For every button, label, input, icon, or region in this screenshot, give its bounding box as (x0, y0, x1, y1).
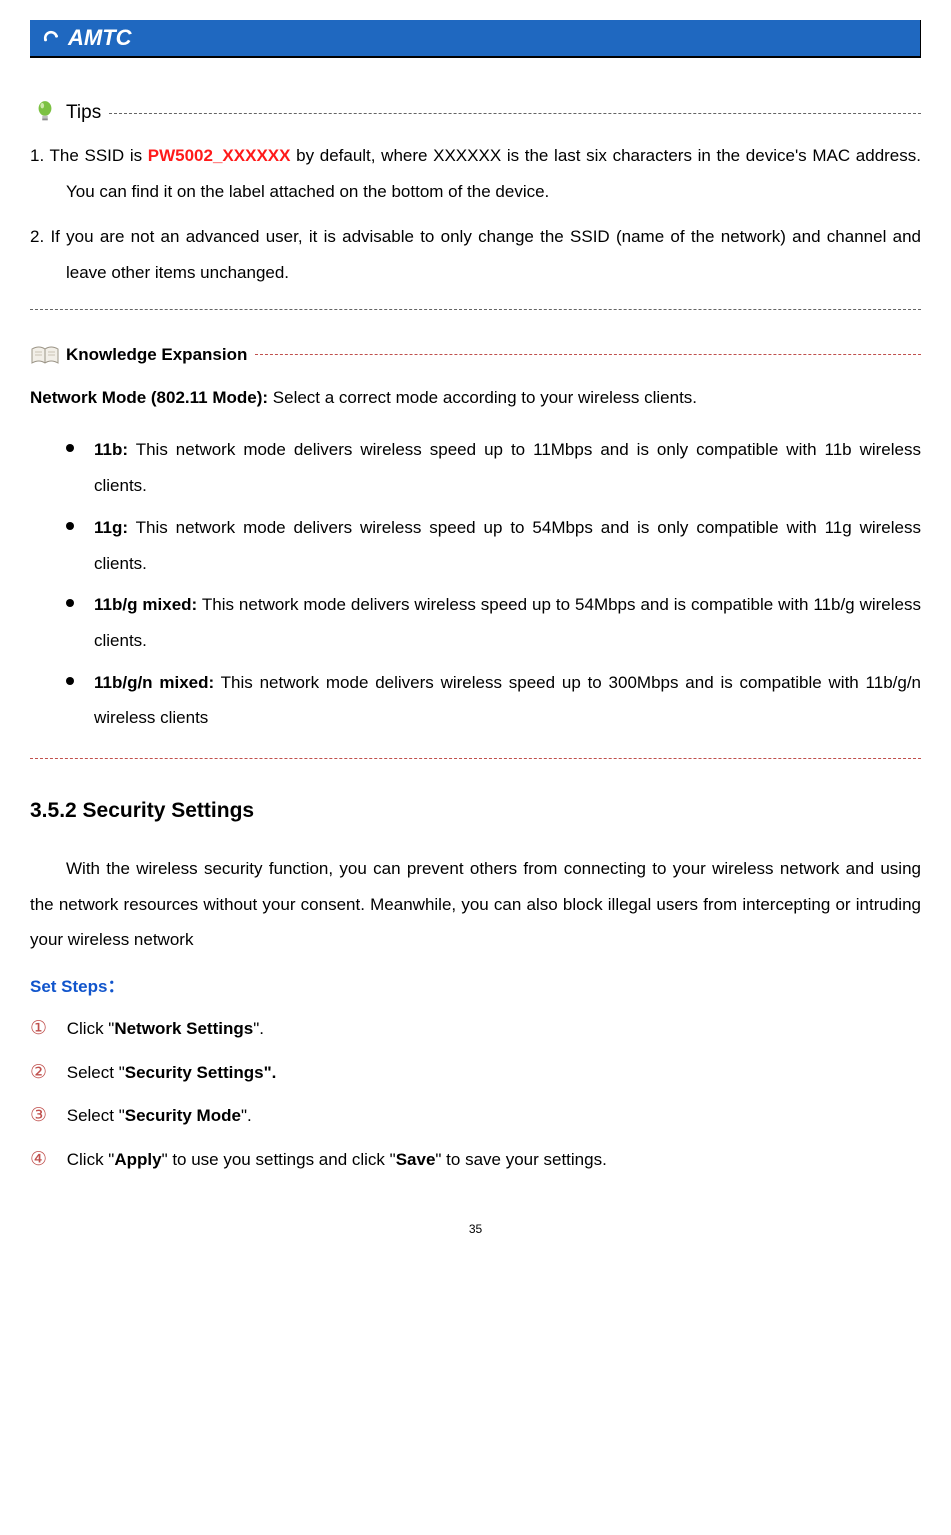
step-item: ① Click "Network Settings". (30, 1007, 921, 1051)
step-bold: Apply (114, 1150, 161, 1169)
set-steps-label: Set Steps： (30, 972, 921, 997)
text: " to save your settings. (435, 1150, 606, 1169)
step-bold: Save (396, 1150, 436, 1169)
page-number: 35 (30, 1222, 921, 1236)
network-mode-intro: Network Mode (802.11 Mode): Select a cor… (30, 380, 921, 416)
step-bold: Security Settings (125, 1063, 264, 1082)
step-number: ③ (30, 1094, 62, 1138)
lightbulb-icon (30, 98, 60, 128)
dashed-rule-red (30, 758, 921, 759)
text: This network mode delivers wireless spee… (94, 673, 921, 728)
knowledge-bullet-list: 11b: This network mode delivers wireless… (30, 432, 921, 736)
text: If you are not an advanced user, it is a… (44, 227, 921, 282)
bullet-item: 11b: This network mode delivers wireless… (66, 432, 921, 503)
text: Click " (67, 1150, 115, 1169)
dashed-rule (30, 309, 921, 310)
text: The SSID is (44, 146, 148, 165)
text: ". (264, 1063, 277, 1082)
document-page: AMTC Tips 1. The SSID is PW5002_XXXXXX b… (0, 0, 951, 1276)
mode-label: 11b/g/n mixed: (94, 673, 214, 692)
mode-label: 11b/g mixed: (94, 595, 197, 614)
text: Select " (67, 1063, 125, 1082)
knowledge-section-header: Knowledge Expansion (30, 340, 921, 370)
logo-text: AMTC (68, 25, 132, 51)
bullet-item: 11g: This network mode delivers wireless… (66, 510, 921, 581)
bullet-item: 11b/g mixed: This network mode delivers … (66, 587, 921, 658)
book-icon (30, 340, 60, 370)
mode-label: 11b: (94, 440, 128, 459)
text: This network mode delivers wireless spee… (94, 440, 921, 495)
step-bold: Security Mode (125, 1106, 241, 1125)
logo-badge: AMTC (38, 25, 132, 51)
knowledge-label: Knowledge Expansion (66, 345, 247, 365)
tips-section-header: Tips (30, 98, 921, 128)
step-number: ① (30, 1007, 62, 1051)
step-number: ② (30, 1051, 62, 1095)
tip-num: 2. (30, 227, 44, 246)
text: This network mode delivers wireless spee… (94, 518, 921, 573)
step-item: ③ Select "Security Mode". (30, 1094, 921, 1138)
header-divider (30, 56, 921, 58)
step-item: ④ Click "Apply" to use you settings and … (30, 1138, 921, 1182)
bullet-item: 11b/g/n mixed: This network mode deliver… (66, 665, 921, 736)
brand-swirl-icon (38, 25, 64, 51)
text: This network mode delivers wireless spee… (94, 595, 921, 650)
section-heading: 3.5.2 Security Settings (30, 799, 921, 823)
logo-banner: AMTC (30, 20, 921, 56)
step-bold: Network Settings (114, 1019, 253, 1038)
text: Select a correct mode according to your … (268, 388, 697, 407)
text: Select " (67, 1106, 125, 1125)
label: Network Mode (802.11 Mode): (30, 388, 268, 407)
text: ". (241, 1106, 252, 1125)
text: Click " (67, 1019, 115, 1038)
ssid-default: PW5002_XXXXXX (148, 146, 291, 165)
step-item: ② Select "Security Settings". (30, 1051, 921, 1095)
dashed-rule (109, 113, 921, 114)
mode-label: 11g: (94, 518, 128, 537)
tips-label: Tips (66, 102, 101, 124)
steps-list: ① Click "Network Settings". ② Select "Se… (30, 1007, 921, 1182)
section-intro: With the wireless security function, you… (30, 851, 921, 958)
tip-item-1: 1. The SSID is PW5002_XXXXXX by default,… (30, 138, 921, 209)
tip-item-2: 2. If you are not an advanced user, it i… (30, 219, 921, 290)
text: ". (253, 1019, 264, 1038)
text: " to use you settings and click " (162, 1150, 396, 1169)
step-number: ④ (30, 1138, 62, 1182)
tip-num: 1. (30, 146, 44, 165)
dashed-rule-red (255, 354, 921, 355)
